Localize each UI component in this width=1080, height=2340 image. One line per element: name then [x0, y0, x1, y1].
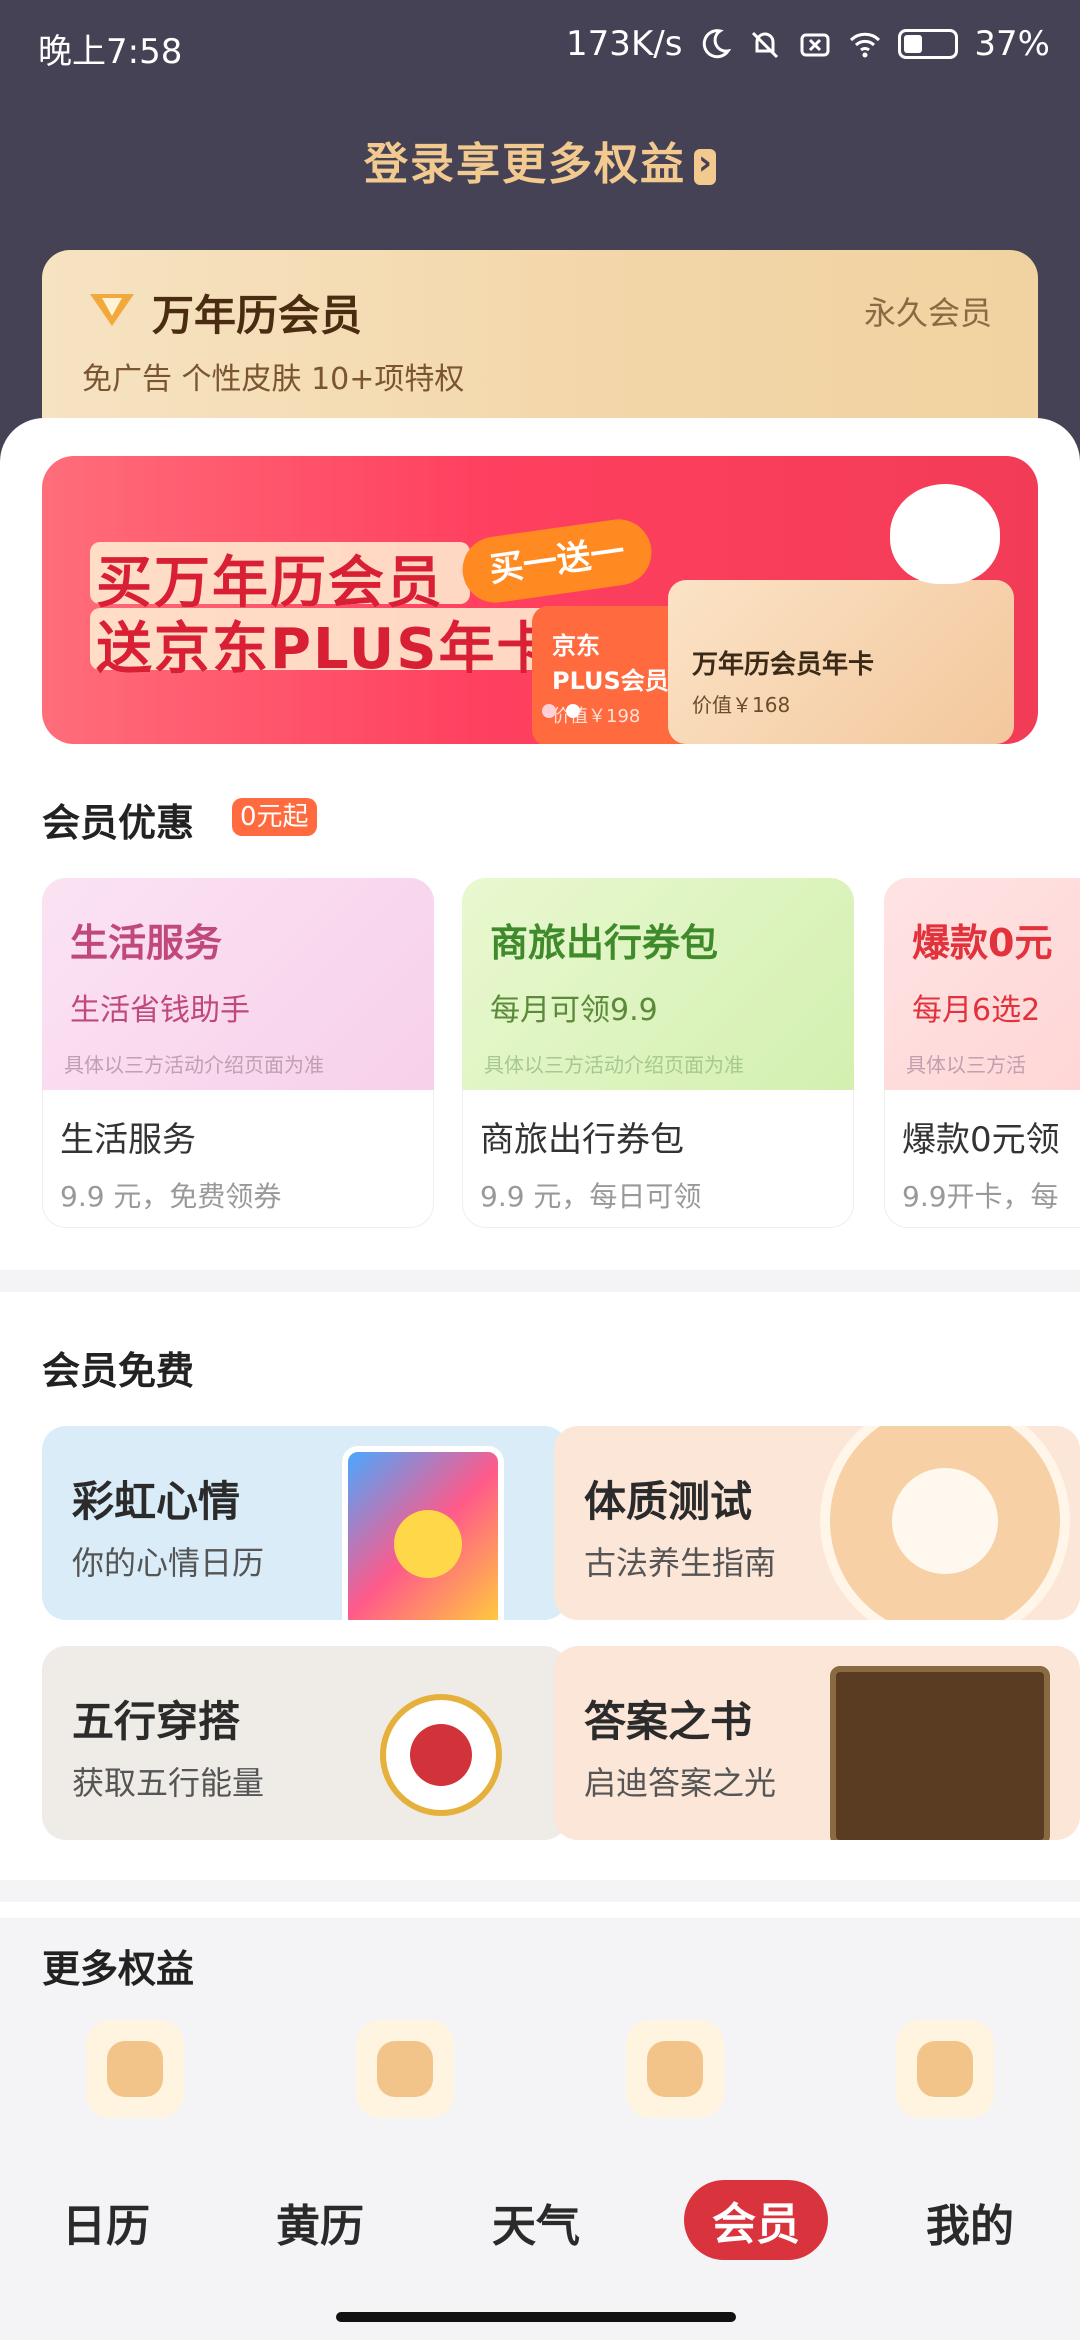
offer-sub: 9.9 元，免费领券: [60, 1180, 282, 1213]
vip-card-title: 万年历会员年卡: [692, 650, 875, 680]
offer-name: 商旅出行券包: [480, 1120, 684, 1160]
tab-calendar[interactable]: 日历: [62, 2190, 150, 2254]
login-label: 登录享更多权益: [364, 139, 686, 190]
offer-note: 具体以三方活: [906, 1053, 1026, 1077]
free-card-title: 五行穿搭: [72, 1697, 241, 1746]
tab-member[interactable]: 会员: [684, 2180, 828, 2260]
battery-level: 37%: [974, 24, 1050, 64]
bottom-tab-bar: 日历 黄历 天气 会员 我的: [0, 2156, 1080, 2300]
offer-image-sub: 生活省钱助手: [70, 993, 250, 1028]
network-speed: 173K/s: [566, 24, 683, 64]
promo-banner[interactable]: 买万年历会员 送京东PLUS年卡 买一送一 京东 PLUS会员 价值￥198 万…: [42, 456, 1038, 744]
free-card-sub: 古法养生指南: [584, 1544, 777, 1582]
offer-sub: 9.9开卡，每: [902, 1180, 1059, 1213]
member-type: 永久会员: [863, 294, 992, 332]
discounts-title: 会员优惠: [42, 801, 195, 845]
free-card-mood[interactable]: 彩虹心情 你的心情日历: [42, 1426, 568, 1620]
offer-note: 具体以三方活动介绍页面为准: [64, 1053, 324, 1077]
calendar-vip-card: 万年历会员年卡 价值￥168: [668, 580, 1014, 744]
free-card-title: 彩虹心情: [72, 1477, 241, 1526]
battery-icon: [898, 29, 959, 59]
answer-book-icon: [830, 1666, 1050, 1840]
offer-sub: 9.9 元，每日可领: [480, 1180, 702, 1213]
no-sim-icon: [798, 27, 832, 61]
home-indicator[interactable]: [336, 2312, 736, 2322]
section-divider: [0, 1270, 1080, 1292]
offer-name: 爆款0元领: [902, 1120, 1060, 1160]
carousel-dots: [542, 704, 580, 718]
more-title: 更多权益: [42, 1947, 195, 1991]
status-bar: 晚上7:58 173K/s 37%: [0, 0, 1080, 92]
diamond-v-icon: [84, 286, 140, 330]
offer-image: 爆款0元 每月6选2 具体以三方活: [884, 878, 1080, 1090]
free-card-title: 体质测试: [584, 1477, 753, 1526]
offer-image: 商旅出行券包 每月可领9.9 具体以三方活动介绍页面为准: [462, 878, 854, 1090]
login-link[interactable]: 登录享更多权益: [0, 128, 1080, 192]
offer-card[interactable]: 商旅出行券包 每月可领9.9 具体以三方活动介绍页面为准 商旅出行券包 9.9 …: [462, 878, 854, 1228]
offer-image: 生活服务 生活省钱助手 具体以三方活动介绍页面为准: [42, 878, 434, 1090]
section-divider: [0, 1880, 1080, 1902]
status-right: 173K/s 37%: [566, 24, 1050, 64]
moon-icon: [698, 27, 732, 61]
zodiac-wheel-icon: [820, 1426, 1070, 1620]
tshirt-icon[interactable]: [626, 2020, 724, 2118]
more-benefits: [0, 2020, 1080, 2118]
free-title: 会员免费: [42, 1349, 195, 1393]
wifi-icon: [848, 27, 882, 61]
tab-me[interactable]: 我的: [926, 2190, 1014, 2254]
offer-image-sub: 每月可领9.9: [490, 993, 658, 1028]
offer-image-title: 生活服务: [70, 921, 223, 965]
dragon-coin-icon: [380, 1694, 502, 1816]
chevron-right-icon: [694, 143, 716, 185]
offer-note: 具体以三方活动介绍页面为准: [484, 1053, 744, 1077]
no-ads-icon[interactable]: [86, 2020, 184, 2118]
member-title: 万年历会员: [152, 291, 363, 340]
smiley-phone-icon: [342, 1446, 504, 1620]
discount-badge: 0元起: [232, 798, 317, 836]
skin-icon[interactable]: [356, 2020, 454, 2118]
tab-almanac[interactable]: 黄历: [276, 2190, 364, 2254]
free-card-five-elements[interactable]: 五行穿搭 获取五行能量: [42, 1646, 568, 1840]
jd-mascot-icon: [890, 484, 1000, 584]
free-card-sub: 启迪答案之光: [584, 1764, 777, 1802]
free-card-title: 答案之书: [584, 1697, 753, 1746]
banner-line2: 送京东PLUS年卡: [96, 617, 555, 682]
mute-bell-icon: [748, 27, 782, 61]
offer-image-sub: 每月6选2: [912, 993, 1041, 1028]
free-card-constitution[interactable]: 体质测试 古法养生指南: [554, 1426, 1080, 1620]
jd-plus-label: 京东 PLUS会员: [552, 632, 669, 695]
bogo-badge: 买一送一: [458, 515, 656, 607]
status-time: 晚上7:58: [38, 32, 183, 72]
offer-card[interactable]: 爆款0元 每月6选2 具体以三方活 爆款0元领 9.9开卡，每: [884, 878, 1080, 1228]
offer-image-title: 爆款0元: [912, 921, 1053, 965]
member-desc: 免广告 个性皮肤 10+项特权: [82, 362, 465, 397]
offer-image-title: 商旅出行券包: [490, 921, 719, 965]
offer-name: 生活服务: [60, 1120, 196, 1160]
free-card-sub: 你的心情日历: [72, 1544, 265, 1582]
vip-card-price: 价值￥168: [692, 693, 791, 717]
free-card-book[interactable]: 答案之书 启迪答案之光: [554, 1646, 1080, 1840]
help-icon[interactable]: [896, 2020, 994, 2118]
offer-card[interactable]: 生活服务 生活省钱助手 具体以三方活动介绍页面为准 生活服务 9.9 元，免费领…: [42, 878, 434, 1228]
tab-weather[interactable]: 天气: [492, 2190, 580, 2254]
discount-list[interactable]: 生活服务 生活省钱助手 具体以三方活动介绍页面为准 生活服务 9.9 元，免费领…: [42, 878, 1080, 1230]
free-card-sub: 获取五行能量: [72, 1764, 265, 1802]
